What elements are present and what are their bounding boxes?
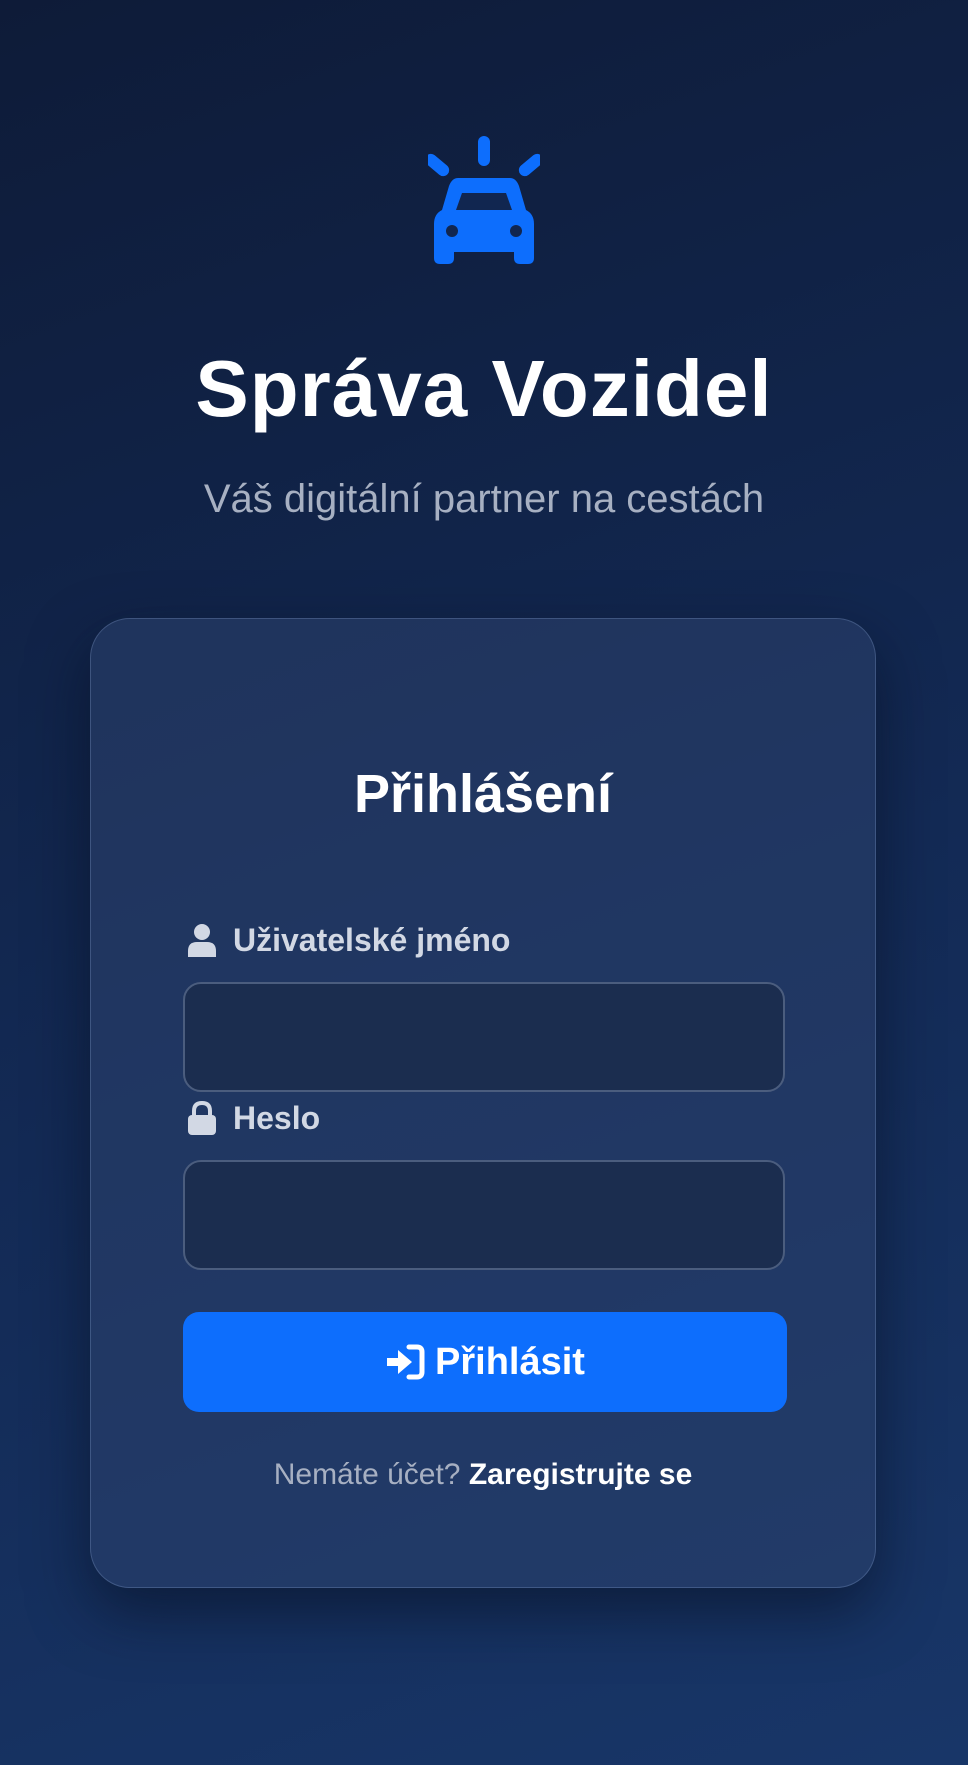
password-label: Heslo bbox=[187, 1098, 320, 1138]
username-label: Uživatelské jméno bbox=[187, 920, 510, 960]
app-subtitle: Váš digitální partner na cestách bbox=[203, 477, 765, 521]
register-link[interactable]: Zaregistrujte se bbox=[469, 1458, 692, 1491]
login-title: Přihlášení bbox=[353, 764, 613, 824]
password-label-text: Heslo bbox=[233, 1099, 321, 1136]
username-input[interactable] bbox=[183, 982, 785, 1092]
car-siren-icon bbox=[428, 136, 540, 264]
login-button-label: Přihlásit bbox=[435, 1340, 585, 1383]
register-line: Nemáte účet? Zaregistrujte se bbox=[91, 1455, 875, 1495]
lock-icon bbox=[188, 1101, 216, 1135]
user-icon bbox=[188, 924, 216, 957]
username-label-text: Uživatelské jméno bbox=[233, 921, 511, 958]
app-title: Správa Vozidel bbox=[195, 344, 773, 433]
login-card: Přihlášení Uživatelské jméno Heslo Přihl… bbox=[90, 618, 876, 1588]
register-prompt: Nemáte účet? bbox=[273, 1458, 461, 1491]
login-button[interactable]: Přihlásit bbox=[183, 1312, 787, 1412]
sign-in-icon bbox=[387, 1344, 425, 1380]
password-input[interactable] bbox=[183, 1160, 785, 1270]
